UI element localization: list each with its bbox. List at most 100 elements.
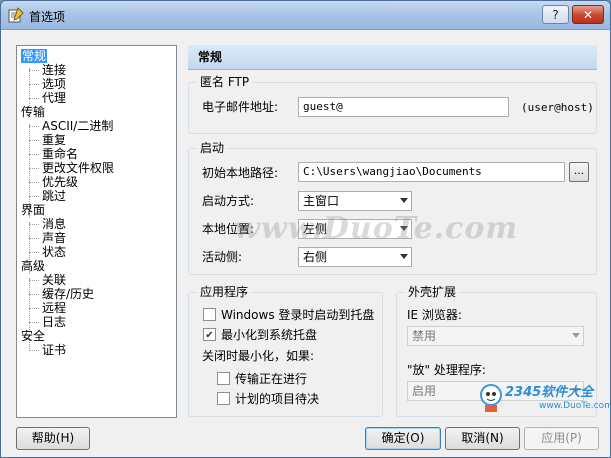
tree-item-label: 远程 [42, 301, 67, 315]
tree-item-advanced[interactable]: 高级 [21, 259, 45, 273]
tree-item-label: 跳过 [42, 189, 67, 203]
tree-item-ascii-binary[interactable]: ASCII/二进制 [42, 119, 113, 133]
tree-item-status[interactable]: 状态 [42, 245, 66, 259]
tree-item-duplicate[interactable]: 重复 [42, 133, 66, 147]
chevron-down-icon [400, 254, 408, 259]
startup-mode-label: 启动方式: [202, 194, 255, 208]
title-bar: 首选项 ? ✕ [1, 1, 610, 30]
startup-mode-select[interactable]: 主窗口 [298, 191, 412, 211]
tree-connector [29, 350, 39, 351]
local-path-input[interactable]: C:\Users\wangjiao\Documents [298, 162, 565, 182]
chevron-down-icon [400, 226, 408, 231]
tree-item-label: 重命名 [42, 147, 79, 161]
tree-item-remote[interactable]: 远程 [42, 301, 66, 315]
tree-item-label: 声音 [42, 231, 67, 245]
tree-item-options[interactable]: 选项 [42, 77, 66, 91]
tree-connector [29, 154, 39, 155]
tree-item-associations[interactable]: 关联 [42, 273, 66, 287]
tree-connector [29, 182, 39, 183]
tree-item-label: 优先级 [42, 175, 79, 189]
tree-connector [29, 294, 39, 295]
tree-item-label: 日志 [42, 315, 67, 329]
tree-item-label: 界面 [21, 203, 46, 217]
minimize-tray-label: 最小化到系统托盘 [221, 328, 318, 342]
local-position-label: 本地位置: [202, 222, 255, 236]
tree-item-connection[interactable]: 连接 [42, 63, 66, 77]
shell-extension-title: 外壳扩展 [405, 285, 460, 299]
tree-item-rename[interactable]: 重命名 [42, 147, 78, 161]
tree-item-label: 消息 [42, 217, 67, 231]
anon-ftp-title: 匿名 FTP [197, 75, 253, 89]
tree-item-label: 状态 [42, 245, 67, 259]
chevron-down-icon [400, 198, 408, 203]
help-title-button[interactable]: ? [542, 5, 569, 24]
startup-tray-checkbox[interactable] [203, 308, 216, 321]
panel-title: 常规 [188, 45, 597, 70]
close-minimize-label: 关闭时最小化，如果: [202, 349, 315, 363]
application-title: 应用程序 [197, 285, 252, 299]
tree-item-label: ASCII/二进制 [42, 119, 114, 133]
tree-item-log[interactable]: 日志 [42, 315, 66, 329]
transfer-active-checkbox[interactable] [217, 372, 230, 385]
tree-item-certificates[interactable]: 证书 [42, 343, 66, 357]
logo-url: www.DuoTe.com [539, 401, 611, 411]
tree-item-label: 传输 [21, 105, 46, 119]
tree-connector [29, 238, 39, 239]
cancel-button[interactable]: 取消(N) [445, 427, 520, 450]
tree-item-label: 选项 [42, 77, 67, 91]
tree-item-transfer[interactable]: 传输 [21, 105, 45, 119]
local-path-label: 初始本地路径: [202, 166, 279, 180]
tree-item-chmod[interactable]: 更改文件权限 [42, 161, 114, 175]
tree-item-label: 常规 [21, 49, 48, 63]
ie-browser-value: 禁用 [412, 329, 437, 343]
tree-connector [29, 140, 39, 141]
settings-panel: 常规 匿名 FTP 电子邮件地址: guest@ (user@host) 启动 … [188, 45, 597, 418]
help-button[interactable]: 帮助(H) [16, 427, 90, 450]
scheduled-pending-checkbox[interactable] [217, 392, 230, 405]
ie-browser-select[interactable]: 禁用 [407, 326, 584, 346]
tree-item-label: 安全 [21, 329, 46, 343]
tree-connector [29, 322, 39, 323]
tree-connector [29, 308, 39, 309]
tree-item-general[interactable]: 常规 [21, 49, 48, 63]
drop-handler-label: "放" 处理程序: [407, 363, 486, 377]
active-side-value: 右侧 [303, 250, 328, 264]
tree-item-messages[interactable]: 消息 [42, 217, 66, 231]
tree-connector [29, 84, 39, 85]
local-position-select[interactable]: 左侧 [298, 219, 412, 239]
browse-button[interactable]: ... [569, 162, 589, 182]
tree-connector [29, 126, 39, 127]
startup-mode-value: 主窗口 [303, 194, 340, 208]
cartoon-logo-icon [480, 384, 502, 412]
startup-title: 启动 [197, 141, 228, 155]
tree-connector [29, 98, 39, 99]
tree-item-label: 重复 [42, 133, 67, 147]
tree-connector [29, 70, 39, 71]
tree-item-skip[interactable]: 跳过 [42, 189, 66, 203]
tree-connector [29, 224, 39, 225]
tree-item-proxy[interactable]: 代理 [42, 91, 66, 105]
minimize-tray-checkbox[interactable] [203, 328, 216, 341]
tree-item-label: 连接 [42, 63, 67, 77]
tree-connector [29, 168, 39, 169]
tree-item-label: 代理 [42, 91, 67, 105]
tree-item-security[interactable]: 安全 [21, 329, 45, 343]
ie-browser-label: IE 浏览器: [407, 308, 462, 322]
tree-item-priority[interactable]: 优先级 [42, 175, 78, 189]
scheduled-pending-label: 计划的项目待决 [235, 392, 320, 406]
email-label: 电子邮件地址: [202, 100, 279, 114]
email-input[interactable]: guest@ [298, 97, 509, 117]
apply-button[interactable]: 应用(P) [524, 427, 599, 450]
settings-tree[interactable]: 常规 连接 选项 代理 传输 ASCII/二进制 重复 重命名 更改文件权限 优… [16, 45, 177, 418]
transfer-active-label: 传输正在进行 [235, 372, 308, 386]
app-icon [8, 7, 24, 23]
ok-button[interactable]: 确定(O) [365, 427, 441, 450]
tree-item-sounds[interactable]: 声音 [42, 231, 66, 245]
tree-item-label: 高级 [21, 259, 46, 273]
tree-item-interface[interactable]: 界面 [21, 203, 45, 217]
tree-item-cache-history[interactable]: 缓存/历史 [42, 287, 94, 301]
active-side-select[interactable]: 右侧 [298, 247, 412, 267]
preferences-window: 首选项 ? ✕ 常规 连接 选项 代理 传输 ASCII/二进制 重复 重命名 … [0, 0, 611, 458]
close-button[interactable]: ✕ [572, 5, 604, 24]
tree-item-label: 缓存/历史 [42, 287, 95, 301]
